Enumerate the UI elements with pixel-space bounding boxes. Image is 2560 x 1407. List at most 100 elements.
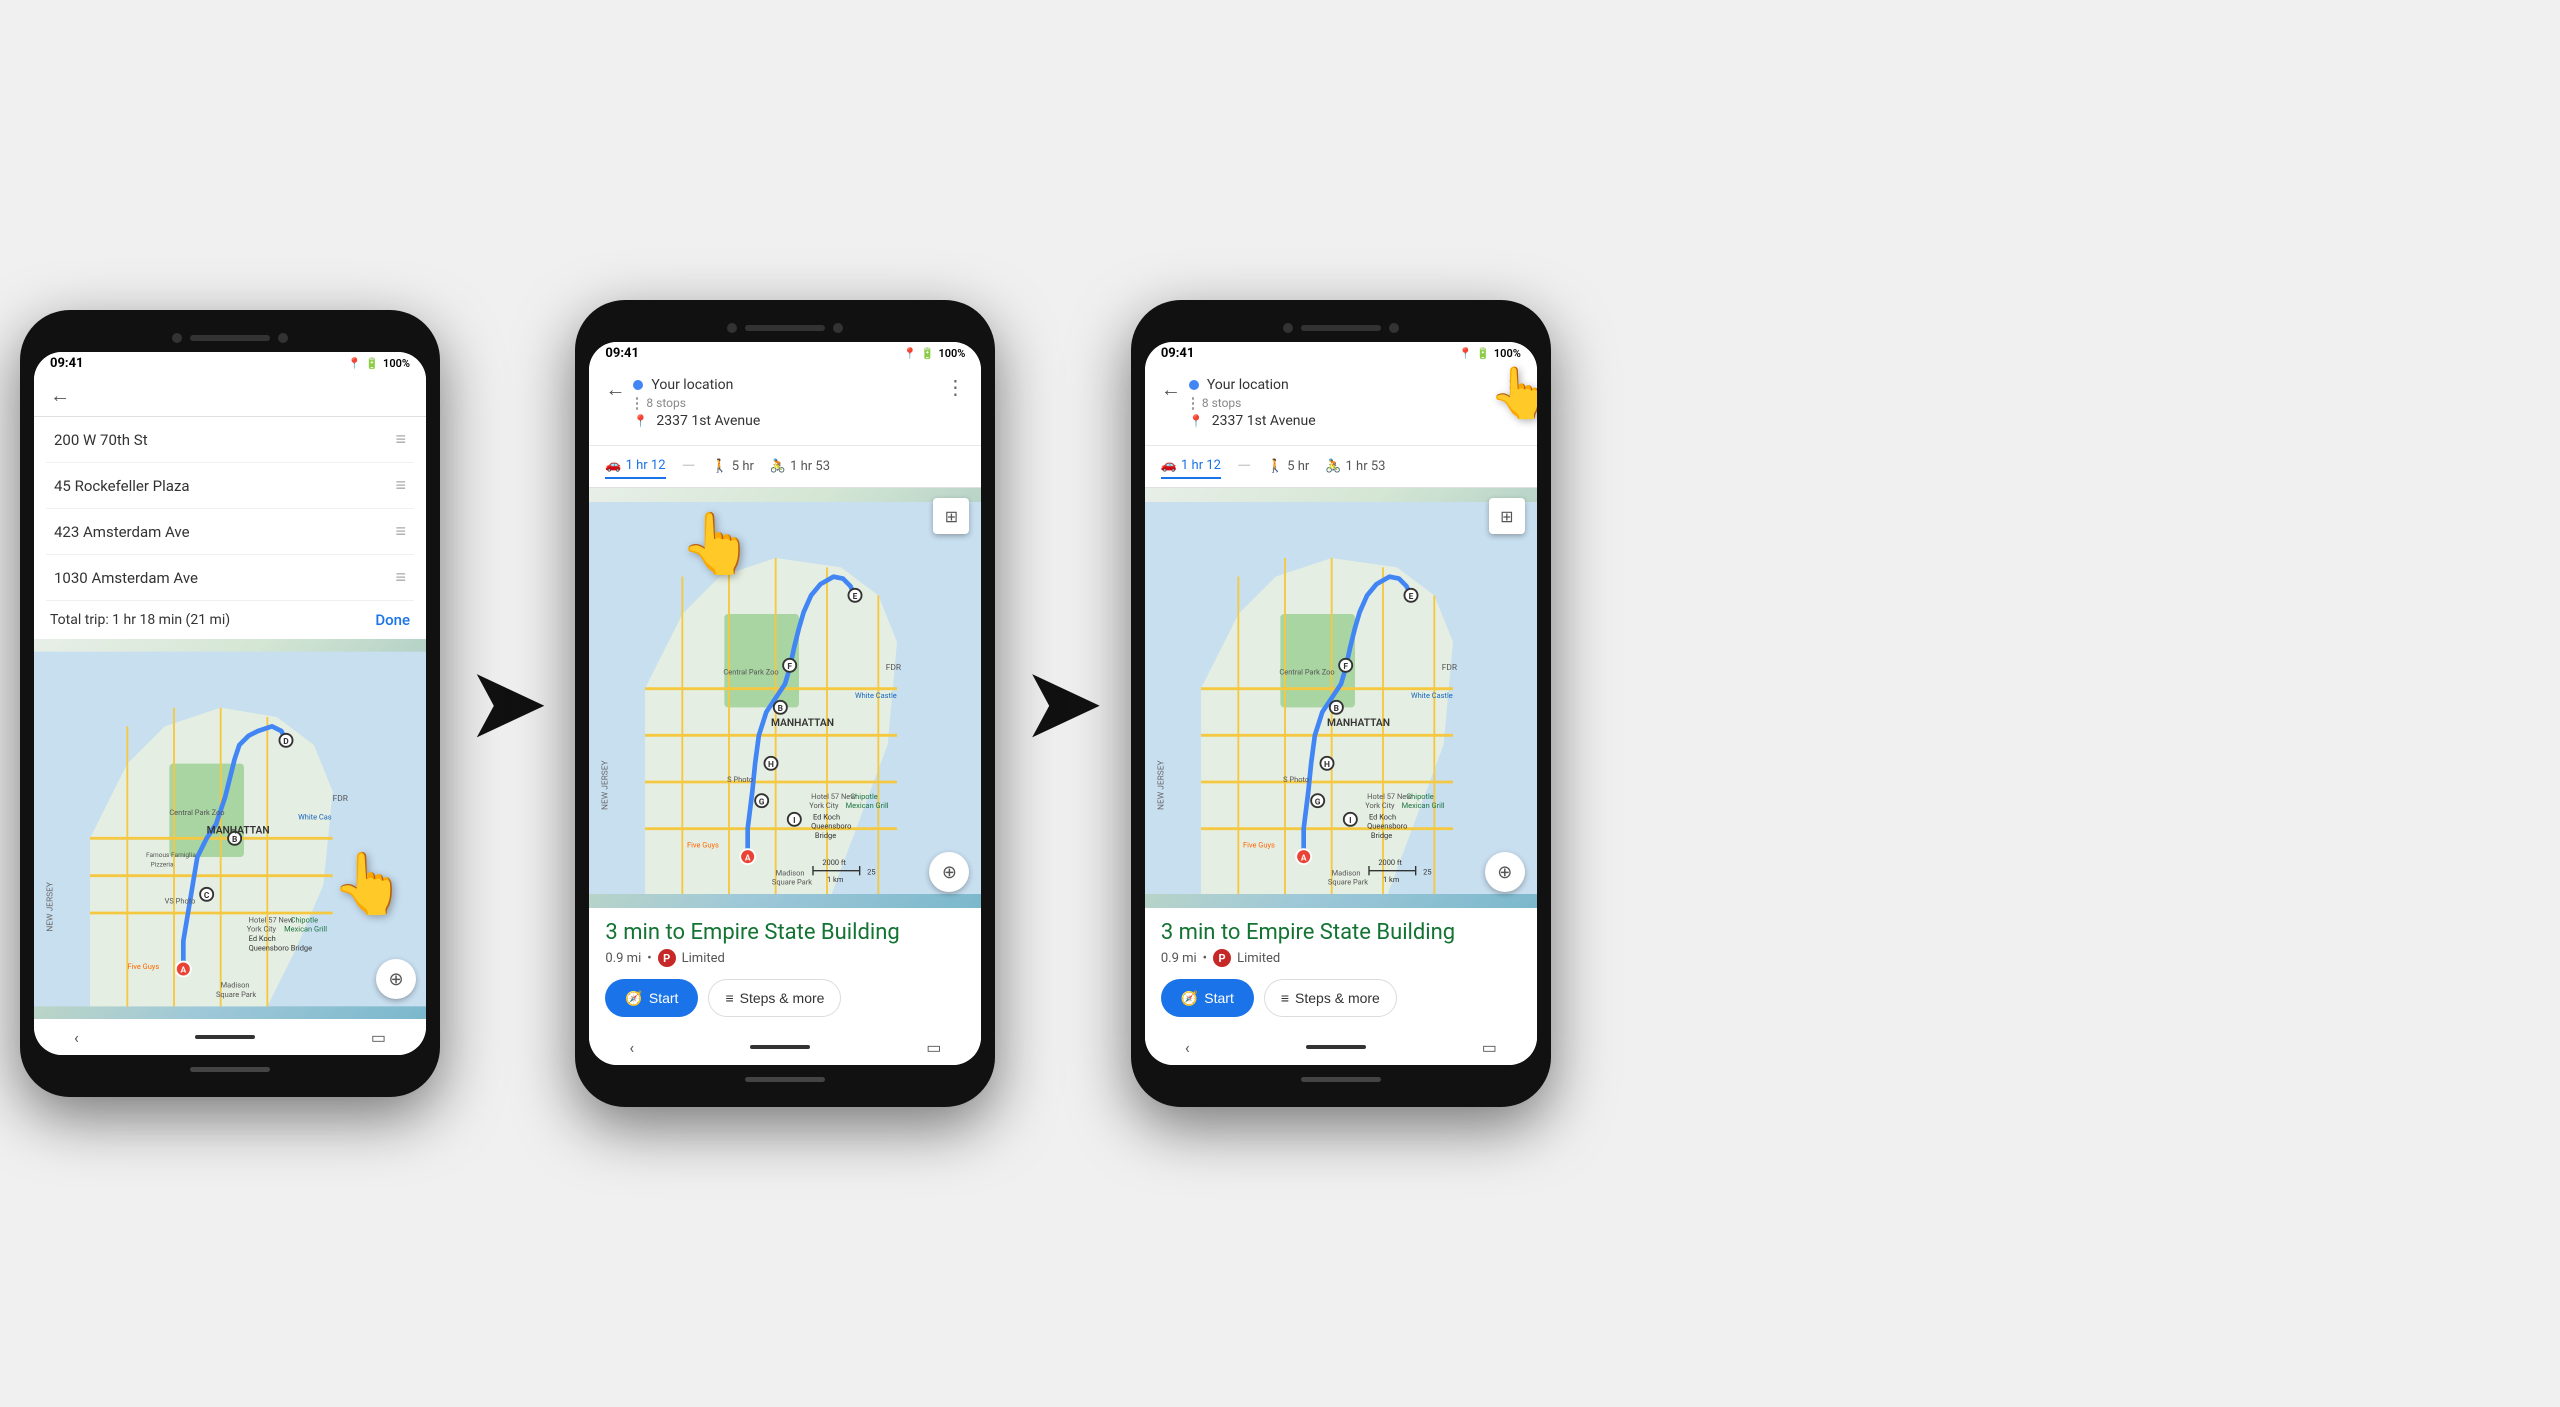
battery-icon: 🔋	[365, 357, 379, 370]
phone-1-system-nav: ‹ ▭	[34, 1019, 426, 1055]
svg-text:2000 ft: 2000 ft	[1378, 858, 1402, 867]
phone-2-top-bar	[589, 314, 981, 342]
svg-text:Hotel 57 New: Hotel 57 New	[812, 792, 857, 801]
back-system-btn-2[interactable]: ‹	[629, 1038, 634, 1057]
phone-3-screen: 09:41 📍 🔋 100% ← Your location	[1145, 342, 1537, 1065]
svg-text:FDR: FDR	[333, 794, 349, 804]
done-button[interactable]: Done	[375, 611, 410, 629]
walk-time-2: 5 hr	[732, 459, 754, 474]
svg-text:NEW JERSEY: NEW JERSEY	[46, 882, 56, 932]
phone-3-status-bar: 09:41 📍 🔋 100%	[1145, 342, 1537, 365]
location-button-3[interactable]: ⊕	[1485, 852, 1525, 892]
action-buttons-2: 🧭 Start ≡ Steps & more	[605, 979, 965, 1017]
battery-pct: 100%	[383, 357, 410, 370]
phone-3-top-bar	[1145, 314, 1537, 342]
bike-time-3: 1 hr 53	[1346, 459, 1386, 474]
phone-2-system-nav: ‹ ▭	[589, 1029, 981, 1065]
route-stops-2: Your location 8 stops 📍	[633, 375, 937, 431]
transport-car-tab-2[interactable]: 🚗 1 hr 12	[605, 454, 665, 479]
route-more-btn-2[interactable]: ⋮	[945, 375, 965, 399]
back-system-btn-3[interactable]: ‹	[1185, 1038, 1190, 1057]
svg-text:Central Park Zoo: Central Park Zoo	[1279, 668, 1334, 677]
svg-text:York City: York City	[247, 925, 277, 934]
total-trip-text: Total trip: 1 hr 18 min (21 mi)	[50, 612, 230, 628]
arrow-1: ➤	[470, 659, 545, 749]
svg-text:Mexican Grill: Mexican Grill	[846, 801, 889, 810]
drag-handle-2[interactable]: ≡	[395, 475, 406, 496]
transport-bike-tab-3[interactable]: 🚴 1 hr 53	[1325, 455, 1385, 478]
steps-button-2[interactable]: ≡ Steps & more	[708, 979, 841, 1017]
phone-2-transport-tabs: 🚗 1 hr 12 — 🚶 5 hr 🚴 1 hr 53	[589, 446, 981, 488]
car-time-2: 1 hr 12	[626, 458, 666, 473]
start-button-2[interactable]: 🧭 Start	[605, 979, 698, 1017]
transport-car-tab-3[interactable]: 🚗 1 hr 12	[1161, 454, 1221, 479]
phone-1-status-bar: 09:41 📍 🔋 100%	[34, 352, 426, 375]
phone-1: 09:41 📍 🔋 100% ← 200 W 70th St ≡ 45 Rock…	[20, 310, 440, 1097]
car-icon-3: 🚗	[1161, 458, 1177, 473]
home-handle-3[interactable]	[1306, 1045, 1366, 1049]
svg-text:Madison: Madison	[221, 981, 250, 990]
phone-2-time: 09:41	[605, 346, 639, 361]
svg-text:Hotel 57 New: Hotel 57 New	[249, 915, 294, 924]
phone-3-map[interactable]: A E F B H G I MANHATTAN NEW JERSEY	[1145, 488, 1537, 908]
drag-handle-3[interactable]: ≡	[395, 521, 406, 542]
location-button[interactable]: ⊕	[376, 959, 416, 999]
layers-button-2[interactable]: ⊞	[933, 498, 969, 534]
phone-2-map[interactable]: A E F B H G I MANHATTAN NEW JERS	[589, 488, 981, 908]
svg-text:F: F	[1343, 662, 1348, 672]
transport-walk-tab-2[interactable]: 🚶 5 hr	[712, 455, 754, 478]
action-buttons-3: 🧭 Start ≡ Steps & more	[1161, 979, 1521, 1017]
route-back-btn-3[interactable]: ←	[1161, 377, 1181, 402]
svg-text:2000 ft: 2000 ft	[823, 858, 847, 867]
route-location-label-2: Your location	[651, 377, 733, 393]
svg-text:Queensboro: Queensboro	[1367, 822, 1407, 831]
stop-item-1[interactable]: 200 W 70th St ≡	[46, 417, 414, 463]
svg-text:S Photo: S Photo	[1283, 775, 1309, 784]
arrival-time-3: 3 min to Empire State Building	[1161, 920, 1521, 945]
route-back-btn-2[interactable]: ←	[605, 377, 625, 402]
arrival-mins-2: 3 min	[605, 920, 660, 945]
svg-text:A: A	[745, 853, 751, 863]
phone-3-bottom-bar	[1145, 1065, 1537, 1093]
layers-button-3[interactable]: ⊞	[1489, 498, 1525, 534]
phone-1-top-bar	[34, 324, 426, 352]
home-handle[interactable]	[195, 1035, 255, 1039]
drag-handle-4[interactable]: ≡	[395, 567, 406, 588]
steps-button-3[interactable]: ≡ Steps & more	[1264, 979, 1397, 1017]
start-button-3[interactable]: 🧭 Start	[1161, 979, 1254, 1017]
route-more-btn-3[interactable]: ⋮	[1501, 375, 1521, 399]
phone-1-nav-bar: ←	[34, 375, 426, 417]
phone-2-camera-2	[833, 323, 843, 333]
recent-system-btn-3[interactable]: ▭	[1482, 1038, 1497, 1057]
phone-3-camera-2	[1389, 323, 1399, 333]
back-system-btn[interactable]: ‹	[74, 1028, 79, 1047]
arrival-time-2: 3 min to Empire State Building	[605, 920, 965, 945]
home-handle-2[interactable]	[750, 1045, 810, 1049]
recent-system-btn[interactable]: ▭	[371, 1028, 386, 1047]
svg-text:Chipotle: Chipotle	[291, 915, 318, 924]
phone-2-screen: 09:41 📍 🔋 100% ← Your location	[589, 342, 981, 1065]
svg-text:NEW JERSEY: NEW JERSEY	[1157, 760, 1167, 810]
svg-text:25: 25	[1423, 867, 1431, 876]
stop-item-4[interactable]: 1030 Amsterdam Ave ≡	[46, 555, 414, 601]
route-stops-3: Your location 8 stops 📍	[1189, 375, 1493, 431]
drag-handle-1[interactable]: ≡	[395, 429, 406, 450]
svg-text:FDR: FDR	[1442, 663, 1458, 673]
location-icon-2: 📍	[903, 347, 917, 360]
svg-text:1 km: 1 km	[827, 875, 844, 884]
route-stops-label-2: 8 stops	[646, 396, 686, 410]
transport-divider-3: —	[1237, 456, 1251, 477]
phone-1-map[interactable]: A D B C MANHATTAN NEW JERSEY FDR Central…	[34, 639, 426, 1019]
scene: 09:41 📍 🔋 100% ← 200 W 70th St ≡ 45 Rock…	[20, 300, 2540, 1107]
stop-list: 200 W 70th St ≡ 45 Rockefeller Plaza ≡ 4…	[34, 417, 426, 601]
arrival-dist-2: 0.9 mi	[605, 951, 641, 966]
back-button[interactable]: ←	[50, 383, 70, 407]
transport-bike-tab-2[interactable]: 🚴 1 hr 53	[770, 455, 830, 478]
parking-label-2: Limited	[682, 951, 725, 966]
location-icon-3: 📍	[1458, 347, 1472, 360]
stop-item-3[interactable]: 423 Amsterdam Ave ≡	[46, 509, 414, 555]
transport-walk-tab-3[interactable]: 🚶 5 hr	[1267, 455, 1309, 478]
recent-system-btn-2[interactable]: ▭	[926, 1038, 941, 1057]
stop-item-2[interactable]: 45 Rockefeller Plaza ≡	[46, 463, 414, 509]
route-pin-red-3: 📍	[1189, 414, 1204, 428]
